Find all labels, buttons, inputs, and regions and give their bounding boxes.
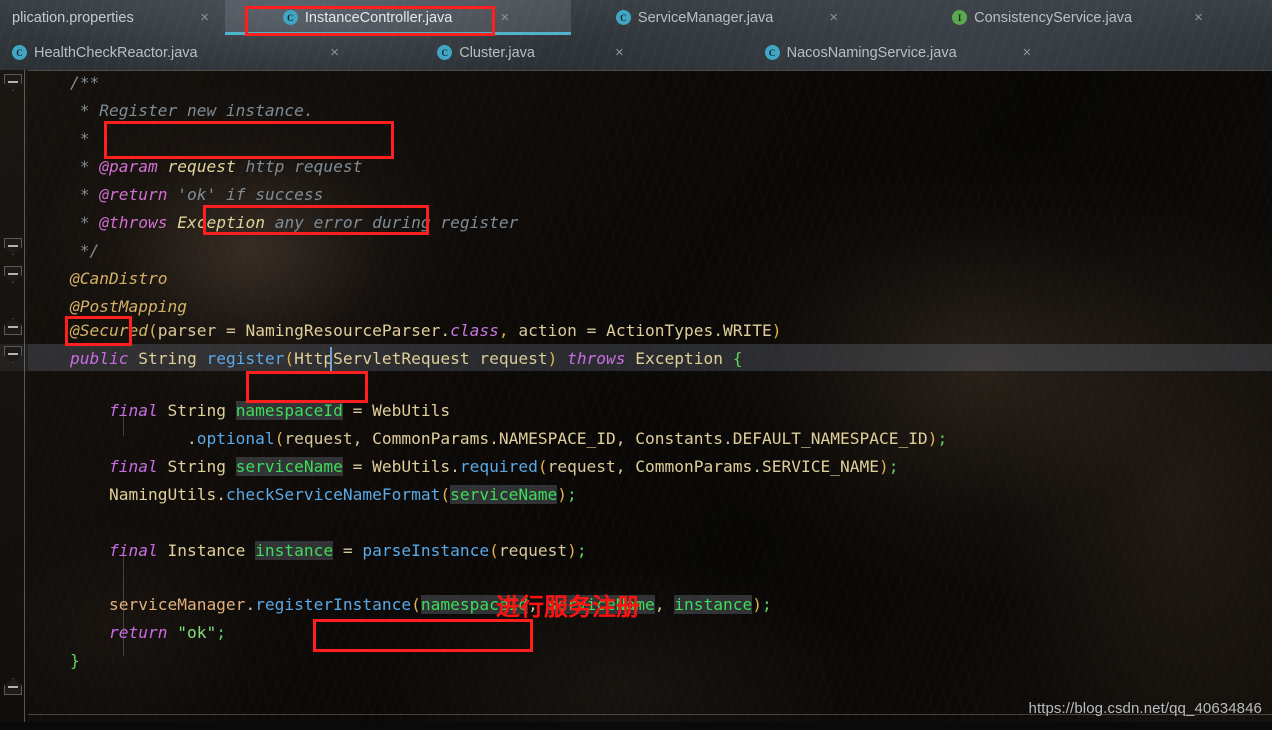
close-icon[interactable]: × [809, 10, 850, 25]
fold-collapse-up-icon[interactable] [4, 678, 22, 695]
tab-row-1: plication.properties × C InstanceControl… [0, 0, 1272, 35]
java-class-icon: C [615, 10, 631, 25]
code-line: .optional(request, CommonParams.NAMESPAC… [186, 429, 948, 448]
code-line: serviceManager.registerInstance(namespac… [108, 595, 772, 614]
java-class-icon: C [437, 45, 453, 60]
code-line: NamingUtils.checkServiceNameFormat(servi… [108, 485, 577, 504]
code-line: @CanDistro [70, 269, 168, 288]
indent-guide [123, 548, 124, 656]
chinese-note-service-register: 进行服务注册 [496, 593, 640, 621]
indent-guide [123, 410, 124, 436]
tab-label: HealthCheckReactor.java [34, 44, 198, 61]
tab-application-properties[interactable]: plication.properties × [0, 0, 225, 35]
code-editor[interactable]: /** * Register new instance. * * @param … [0, 70, 1272, 722]
editor-gutter[interactable] [0, 70, 28, 722]
code-line: /** [70, 73, 100, 92]
box-ok-if-success [203, 205, 429, 235]
close-icon[interactable]: × [595, 45, 636, 60]
fold-collapse-up-icon[interactable] [4, 318, 22, 335]
code-line: return "ok"; [108, 623, 226, 642]
tab-label: ConsistencyService.java [974, 9, 1133, 26]
code-line: final String serviceName = WebUtils.requ… [108, 457, 899, 476]
tab-consistencyservice-java[interactable]: I ConsistencyService.java × [887, 0, 1272, 35]
tab-healthcheckreactor-java[interactable]: C HealthCheckReactor.java × [0, 35, 355, 70]
code-line: final String namespaceId = WebUtils [108, 401, 451, 420]
java-class-icon: C [764, 45, 780, 60]
tab-nacosnamingservice-java[interactable]: C NacosNamingService.java × [710, 35, 1090, 70]
ide-window: plication.properties × C InstanceControl… [0, 0, 1272, 730]
fold-collapse-down-icon[interactable] [4, 238, 22, 255]
tab-row-2: C HealthCheckReactor.java × C Cluster.ja… [0, 35, 1272, 70]
box-register-instance-call [313, 619, 533, 652]
close-icon[interactable]: × [180, 10, 221, 25]
box-active-tab [245, 6, 495, 36]
tab-label: Cluster.java [459, 44, 535, 61]
code-line: @PostMapping [70, 297, 187, 316]
java-class-icon: C [12, 45, 27, 60]
close-icon[interactable]: × [1174, 10, 1215, 25]
text-caret [330, 347, 332, 371]
box-postmapping [65, 316, 132, 346]
close-icon[interactable]: × [1003, 45, 1044, 60]
code-line: @Secured(parser = NamingResourceParser.c… [70, 321, 782, 340]
fold-collapse-down-icon[interactable] [4, 346, 22, 363]
gutter-divider-line [24, 70, 25, 722]
code-content[interactable]: /** * Register new instance. * * @param … [28, 70, 1272, 722]
code-line: */ [70, 241, 100, 260]
editor-tab-strip: plication.properties × C InstanceControl… [0, 0, 1272, 70]
box-register-method [246, 371, 368, 403]
code-line: } [70, 651, 80, 670]
csdn-watermark: https://blog.csdn.net/qq_40634846 [1028, 700, 1262, 717]
code-line: public String register(HttpServletReques… [70, 349, 743, 368]
fold-collapse-down-icon[interactable] [4, 74, 22, 91]
box-register-new-instance [104, 121, 394, 159]
close-icon[interactable]: × [310, 45, 351, 60]
tab-label: NacosNamingService.java [786, 44, 957, 61]
tab-servicemanager-java[interactable]: C ServiceManager.java × [571, 0, 887, 35]
java-interface-icon: I [952, 10, 968, 25]
window-bottom-bar [0, 722, 1272, 730]
tab-label: plication.properties [12, 9, 134, 26]
tab-label: ServiceManager.java [637, 9, 774, 26]
fold-collapse-down-icon[interactable] [4, 266, 22, 283]
tab-cluster-java[interactable]: C Cluster.java × [355, 35, 710, 70]
code-line: final Instance instance = parseInstance(… [108, 541, 587, 560]
